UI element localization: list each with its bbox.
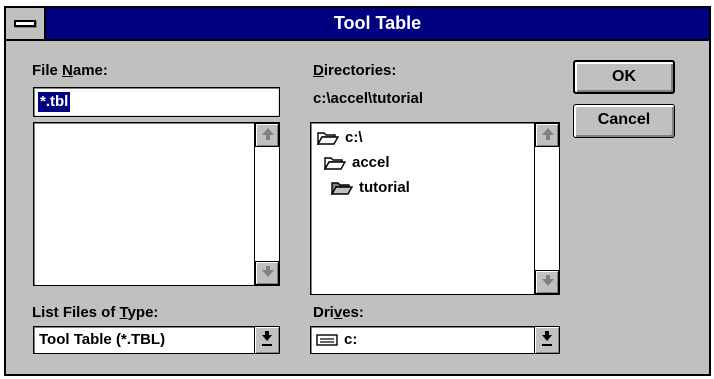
file-list[interactable] (33, 122, 280, 286)
file-name-value: *.tbl (38, 92, 71, 112)
drives-value: c: (316, 327, 357, 353)
scroll-down-button[interactable] (535, 270, 559, 294)
open-folder-icon (324, 157, 346, 171)
dropdown-arrow-icon (542, 335, 552, 341)
file-name-input[interactable]: *.tbl (33, 87, 280, 117)
directory-item-root[interactable]: c:\ (317, 127, 363, 149)
system-menu-button[interactable] (6, 8, 46, 39)
directory-item-accel[interactable]: accel (324, 152, 390, 174)
arrow-up-icon (542, 128, 554, 135)
scroll-up-button[interactable] (535, 123, 559, 147)
scroll-down-button[interactable] (255, 261, 279, 285)
cancel-button[interactable]: Cancel (573, 104, 675, 138)
ok-button[interactable]: OK (573, 60, 675, 94)
file-type-value: Tool Table (*.TBL) (39, 331, 166, 348)
dropdown-arrow-icon (262, 335, 272, 341)
drives-select[interactable]: c: (310, 326, 560, 354)
scroll-up-button[interactable] (255, 123, 279, 147)
directory-list-scrollbar[interactable] (534, 123, 559, 294)
arrow-down-icon (542, 279, 554, 286)
directory-list[interactable]: c:\ accel tutorial (310, 122, 560, 295)
file-name-label: File Name: (32, 62, 108, 79)
title-bar[interactable]: Tool Table (6, 8, 709, 41)
open-folder-icon (317, 132, 339, 146)
arrow-down-icon (262, 270, 274, 277)
system-menu-icon (14, 20, 36, 27)
current-directory-path: c:\accel\tutorial (313, 90, 424, 107)
file-type-dropdown-button[interactable] (254, 327, 279, 353)
drives-dropdown-button[interactable] (534, 327, 559, 353)
tool-table-dialog: Tool Table File Name: *.tbl Directories:… (4, 6, 711, 376)
directory-item-tutorial[interactable]: tutorial (331, 177, 410, 199)
hard-drive-icon (316, 334, 338, 346)
open-folder-selected-icon (331, 182, 353, 196)
file-list-scrollbar[interactable] (254, 123, 279, 285)
directories-label: Directories: (313, 62, 397, 79)
file-type-label: List Files of Type: (32, 304, 159, 321)
drives-label: Drives: (313, 304, 364, 321)
arrow-up-icon (262, 128, 274, 135)
dialog-title: Tool Table (333, 13, 422, 33)
file-type-select[interactable]: Tool Table (*.TBL) (33, 326, 280, 354)
